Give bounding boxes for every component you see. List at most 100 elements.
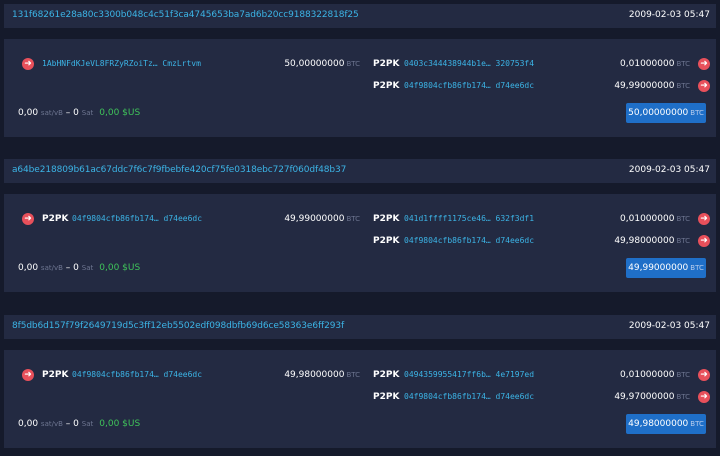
output-amount-unit: BTC xyxy=(676,393,690,401)
transaction-timestamp: 2009-02-03 05:47 xyxy=(628,10,710,20)
input-address-link[interactable]: 04f9804cfb86fb174… d74ee6dc xyxy=(72,214,202,223)
total-amount-value: 50,00000000 xyxy=(628,108,689,118)
output-address-link[interactable]: 0494359955417ff6b… 4e7197ed xyxy=(404,370,534,379)
output-amount: 49,97000000 BTC xyxy=(614,392,690,402)
output-type: P2PK xyxy=(373,214,400,224)
input-address-link[interactable]: 04f9804cfb86fb174… d74ee6dc xyxy=(72,370,202,379)
fee-rate-unit: sat/vB xyxy=(40,420,63,428)
output-amount-value: 0,01000000 xyxy=(620,59,675,69)
transaction-body: ➜ P2PK 04f9804cfb86fb174… d74ee6dc 49,98000… xyxy=(4,350,716,448)
transaction-header: 8f5db6d157f79f2649719d5c3ff12eb5502edf09… xyxy=(4,315,716,339)
fee-sat-unit: Sat xyxy=(81,420,94,428)
fee-usd-value: 0,00 $US xyxy=(99,108,141,118)
output-row: P2PK 04f9804cfb86fb174… d74ee6dc 49,970000… xyxy=(370,389,714,405)
transaction-body: ➜ 1AbHNFdKJeVL8FRZyRZoiTz… CmzLrtvm 50,000… xyxy=(4,39,716,137)
output-type: P2PK xyxy=(373,236,400,246)
total-amount-value: 49,99000000 xyxy=(628,263,689,273)
transaction-header: a64be218809b61ac67ddc7f6c7f9fbebfe420cf7… xyxy=(4,159,716,183)
fee-sat: 0 xyxy=(73,108,79,118)
fee-sat-unit: Sat xyxy=(81,109,94,117)
output-amount-unit: BTC xyxy=(676,371,690,379)
transaction-id-link[interactable]: 131f68261e28a80c3300b048c4c51f3ca4745653… xyxy=(12,10,359,20)
fee-rate-unit: sat/vB xyxy=(40,264,63,272)
input-amount: 49,99000000 BTC xyxy=(284,214,360,224)
input-amount-unit: BTC xyxy=(346,60,360,68)
input-type: P2PK xyxy=(42,370,69,380)
input-amount: 49,98000000 BTC xyxy=(284,370,360,380)
total-amount-unit: BTC xyxy=(690,420,704,428)
output-amount-value: 49,98000000 xyxy=(614,236,675,246)
output-amount-value: 49,97000000 xyxy=(614,392,675,402)
input-row: ➜ P2PK 04f9804cfb86fb174… d74ee6dc 49,98000… xyxy=(4,367,360,383)
total-amount-value: 49,98000000 xyxy=(628,419,689,429)
output-address-link[interactable]: 04f9804cfb86fb174… d74ee6dc xyxy=(404,392,534,401)
output-amount: 49,98000000 BTC xyxy=(614,236,690,246)
input-address-link[interactable]: 1AbHNFdKJeVL8FRZyRZoiTz… CmzLrtvm xyxy=(42,59,201,68)
fee-rate: 0,00 xyxy=(18,263,39,273)
fee-info: 0,00 sat/vB – 0 Sat 0,00 $US xyxy=(18,108,140,118)
transaction-header: 131f68261e28a80c3300b048c4c51f3ca4745653… xyxy=(4,4,716,28)
fee-dash: – xyxy=(65,263,71,273)
total-amount-button[interactable]: 49,99000000 BTC xyxy=(626,258,706,278)
input-amount-value: 49,99000000 xyxy=(284,214,345,224)
transaction-body: ➜ P2PK 04f9804cfb86fb174… d74ee6dc 49,99000… xyxy=(4,194,716,292)
fee-usd-value: 0,00 $US xyxy=(99,263,141,273)
output-amount: 0,01000000 BTC xyxy=(620,370,690,380)
arrow-right-icon[interactable]: ➜ xyxy=(698,391,710,403)
output-amount-value: 49,99000000 xyxy=(614,81,675,91)
arrow-right-icon[interactable]: ➜ xyxy=(698,58,710,70)
output-amount: 0,01000000 BTC xyxy=(620,214,690,224)
output-type: P2PK xyxy=(373,59,400,69)
total-amount-button[interactable]: 49,98000000 BTC xyxy=(626,414,706,434)
fee-info: 0,00 sat/vB – 0 Sat 0,00 $US xyxy=(18,419,140,429)
fee-info: 0,00 sat/vB – 0 Sat 0,00 $US xyxy=(18,263,140,273)
arrow-right-icon[interactable]: ➜ xyxy=(698,80,710,92)
total-amount-unit: BTC xyxy=(690,264,704,272)
transaction-timestamp: 2009-02-03 05:47 xyxy=(628,165,710,175)
fee-dash: – xyxy=(65,108,71,118)
fee-sat: 0 xyxy=(73,419,79,429)
output-address-link[interactable]: 04f9804cfb86fb174… d74ee6dc xyxy=(404,81,534,90)
output-amount-unit: BTC xyxy=(676,215,690,223)
output-amount: 49,99000000 BTC xyxy=(614,81,690,91)
input-amount-unit: BTC xyxy=(346,371,360,379)
input-amount-value: 49,98000000 xyxy=(284,370,345,380)
output-amount-unit: BTC xyxy=(676,82,690,90)
fee-rate-unit: sat/vB xyxy=(40,109,63,117)
input-row: ➜ 1AbHNFdKJeVL8FRZyRZoiTz… CmzLrtvm 50,000… xyxy=(4,56,360,72)
input-amount: 50,00000000 BTC xyxy=(284,59,360,69)
input-amount-unit: BTC xyxy=(346,215,360,223)
input-amount-value: 50,00000000 xyxy=(284,59,345,69)
fee-sat-unit: Sat xyxy=(81,264,94,272)
output-amount-value: 0,01000000 xyxy=(620,214,675,224)
output-address-link[interactable]: 04f9804cfb86fb174… d74ee6dc xyxy=(404,236,534,245)
output-row: P2PK 041d1ffff1175ce46… 632f3df1 0,0100000… xyxy=(370,211,714,227)
output-row: P2PK 04f9804cfb86fb174… d74ee6dc 49,990000… xyxy=(370,78,714,94)
input-row: ➜ P2PK 04f9804cfb86fb174… d74ee6dc 49,99000… xyxy=(4,211,360,227)
arrow-right-icon[interactable]: ➜ xyxy=(698,213,710,225)
arrow-right-icon[interactable]: ➜ xyxy=(698,235,710,247)
transaction-id-link[interactable]: 8f5db6d157f79f2649719d5c3ff12eb5502edf09… xyxy=(12,321,344,331)
output-row: P2PK 04f9804cfb86fb174… d74ee6dc 49,980000… xyxy=(370,233,714,249)
arrow-right-icon[interactable]: ➜ xyxy=(22,369,34,381)
output-address-link[interactable]: 0403c344438944b1e… 320753f4 xyxy=(404,59,534,68)
output-address-link[interactable]: 041d1ffff1175ce46… 632f3df1 xyxy=(404,214,534,223)
output-amount-unit: BTC xyxy=(676,237,690,245)
output-type: P2PK xyxy=(373,392,400,402)
output-row: P2PK 0494359955417ff6b… 4e7197ed 0,0100000… xyxy=(370,367,714,383)
output-row: P2PK 0403c344438944b1e… 320753f4 0,0100000… xyxy=(370,56,714,72)
total-amount-button[interactable]: 50,00000000 BTC xyxy=(626,103,706,123)
arrow-right-icon[interactable]: ➜ xyxy=(698,369,710,381)
fee-rate: 0,00 xyxy=(18,108,39,118)
total-amount-unit: BTC xyxy=(690,109,704,117)
output-amount-value: 0,01000000 xyxy=(620,370,675,380)
output-type: P2PK xyxy=(373,81,400,91)
fee-dash: – xyxy=(65,419,71,429)
arrow-right-icon[interactable]: ➜ xyxy=(22,58,34,70)
output-amount: 0,01000000 BTC xyxy=(620,59,690,69)
input-type: P2PK xyxy=(42,214,69,224)
fee-sat: 0 xyxy=(73,263,79,273)
transaction-id-link[interactable]: a64be218809b61ac67ddc7f6c7f9fbebfe420cf7… xyxy=(12,165,346,175)
arrow-right-icon[interactable]: ➜ xyxy=(22,213,34,225)
fee-rate: 0,00 xyxy=(18,419,39,429)
